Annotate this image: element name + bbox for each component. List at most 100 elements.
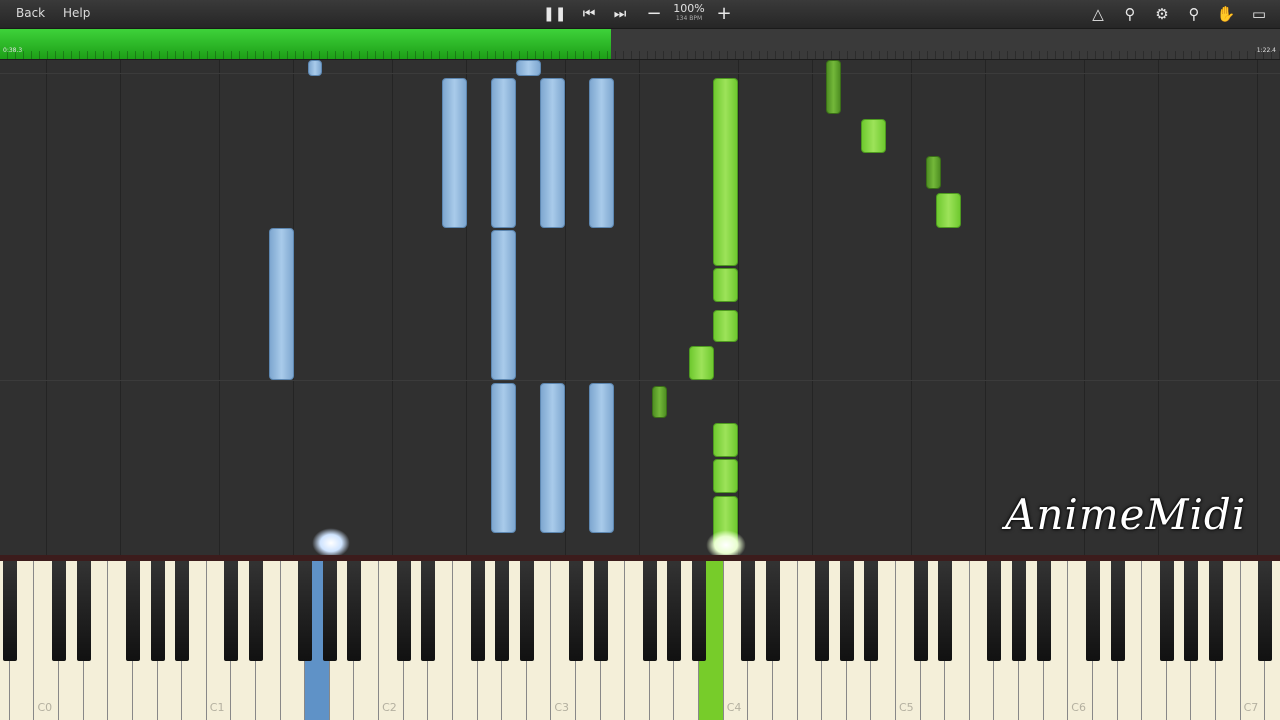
black-key[interactable] bbox=[421, 561, 436, 661]
note-right-hand bbox=[936, 193, 961, 228]
progress-ticks bbox=[0, 51, 1280, 59]
black-key[interactable] bbox=[839, 561, 854, 661]
total-time: 1:22.4 bbox=[1256, 47, 1276, 54]
search-icon[interactable]: ⚲ bbox=[1120, 4, 1140, 24]
tempo-readout: 134 BPM bbox=[675, 15, 703, 22]
grid-line bbox=[738, 60, 739, 555]
black-key[interactable] bbox=[642, 561, 657, 661]
song-progress-bar[interactable]: 0:38.3 1:22.4 bbox=[0, 29, 1280, 60]
grid-line bbox=[911, 60, 912, 555]
octave-label: C4 bbox=[726, 701, 742, 714]
settings-icon[interactable]: ⚙ bbox=[1152, 4, 1172, 24]
octave-label: C3 bbox=[554, 701, 570, 714]
black-key[interactable] bbox=[347, 561, 362, 661]
black-key[interactable] bbox=[519, 561, 534, 661]
black-key[interactable] bbox=[815, 561, 830, 661]
note-left-hand bbox=[540, 78, 565, 228]
black-key[interactable] bbox=[322, 561, 337, 661]
octave-label: C1 bbox=[209, 701, 225, 714]
note-right-hand bbox=[713, 78, 738, 266]
black-key[interactable] bbox=[1184, 561, 1199, 661]
back-button[interactable]: Back bbox=[10, 4, 51, 22]
grid-line bbox=[639, 60, 640, 555]
black-key[interactable] bbox=[249, 561, 263, 661]
note-left-hand bbox=[516, 60, 541, 76]
black-key[interactable] bbox=[1036, 561, 1051, 661]
grid-line bbox=[1084, 60, 1085, 555]
elapsed-time: 0:38.3 bbox=[3, 47, 23, 54]
black-key[interactable] bbox=[864, 561, 879, 661]
note-right-hand bbox=[926, 156, 941, 189]
black-key[interactable] bbox=[298, 561, 313, 661]
black-key[interactable] bbox=[1085, 561, 1100, 661]
black-key[interactable] bbox=[593, 561, 608, 661]
grid-line bbox=[985, 60, 986, 555]
grid-line bbox=[46, 60, 47, 555]
note-left-hand bbox=[442, 78, 467, 228]
octave-label: C7 bbox=[1243, 701, 1259, 714]
note-left-hand bbox=[491, 383, 516, 533]
black-key[interactable] bbox=[692, 561, 707, 661]
black-key[interactable] bbox=[741, 561, 756, 661]
note-right-hand bbox=[861, 119, 886, 153]
black-key[interactable] bbox=[1209, 561, 1223, 661]
note-left-hand bbox=[308, 60, 322, 76]
pause-icon[interactable]: ❚❚ bbox=[543, 3, 566, 25]
black-key[interactable] bbox=[52, 561, 67, 661]
skip-forward-icon[interactable]: ⏭ bbox=[609, 3, 631, 25]
grid-line bbox=[1158, 60, 1159, 555]
plus-icon[interactable]: + bbox=[713, 3, 735, 25]
black-key[interactable] bbox=[1110, 561, 1125, 661]
skip-back-icon[interactable]: ⏮ bbox=[578, 3, 600, 25]
note-right-hand bbox=[826, 60, 841, 114]
black-key[interactable] bbox=[1159, 561, 1174, 661]
note-left-hand bbox=[491, 230, 516, 380]
black-key[interactable] bbox=[987, 561, 1002, 661]
black-key[interactable] bbox=[76, 561, 91, 661]
black-key[interactable] bbox=[913, 561, 928, 661]
black-key[interactable] bbox=[150, 561, 165, 661]
grid-line bbox=[812, 60, 813, 555]
note-left-hand bbox=[491, 78, 516, 228]
black-key[interactable] bbox=[2, 561, 17, 661]
black-key[interactable] bbox=[224, 561, 239, 661]
note-right-hand bbox=[713, 459, 738, 493]
note-left-hand bbox=[589, 383, 614, 533]
black-key[interactable] bbox=[125, 561, 140, 661]
measure-line bbox=[0, 380, 1280, 381]
black-key[interactable] bbox=[470, 561, 485, 661]
help-button[interactable]: Help bbox=[57, 4, 96, 22]
note-right-hand bbox=[713, 310, 738, 342]
toolbar: Back Help ❚❚ ⏮ ⏭ − 100% 134 BPM + △ ⚲ ⚙ … bbox=[0, 0, 1280, 29]
marker-icon[interactable]: ⚲ bbox=[1184, 4, 1204, 24]
note-right-hand bbox=[652, 386, 667, 418]
hand-icon[interactable]: ✋ bbox=[1216, 4, 1236, 24]
measure-line bbox=[0, 73, 1280, 74]
grid-line bbox=[565, 60, 566, 555]
octave-label: C5 bbox=[899, 701, 914, 714]
black-key[interactable] bbox=[1258, 561, 1273, 661]
octave-label: C6 bbox=[1071, 701, 1086, 714]
grid-line bbox=[219, 60, 220, 555]
minus-icon[interactable]: − bbox=[643, 3, 665, 25]
black-key[interactable] bbox=[938, 561, 953, 661]
octave-label: C2 bbox=[382, 701, 397, 714]
note-hit-glow bbox=[706, 530, 746, 555]
note-roll bbox=[0, 60, 1280, 555]
black-key[interactable] bbox=[569, 561, 583, 661]
black-key[interactable] bbox=[765, 561, 780, 661]
note-right-hand bbox=[713, 423, 738, 457]
piano-keyboard: C0 C1 C2 C3 C4 C5 C6 C7 bbox=[0, 555, 1280, 720]
note-hit-glow bbox=[312, 528, 350, 555]
black-key[interactable] bbox=[495, 561, 510, 661]
metronome-icon[interactable]: △ bbox=[1088, 4, 1108, 24]
black-key[interactable] bbox=[1012, 561, 1027, 661]
black-key[interactable] bbox=[175, 561, 190, 661]
note-left-hand bbox=[589, 78, 614, 228]
grid-line bbox=[120, 60, 121, 555]
note-left-hand bbox=[269, 228, 294, 380]
black-key[interactable] bbox=[667, 561, 682, 661]
black-key[interactable] bbox=[396, 561, 411, 661]
grid-line bbox=[392, 60, 393, 555]
loop-icon[interactable]: ▭ bbox=[1249, 4, 1269, 24]
